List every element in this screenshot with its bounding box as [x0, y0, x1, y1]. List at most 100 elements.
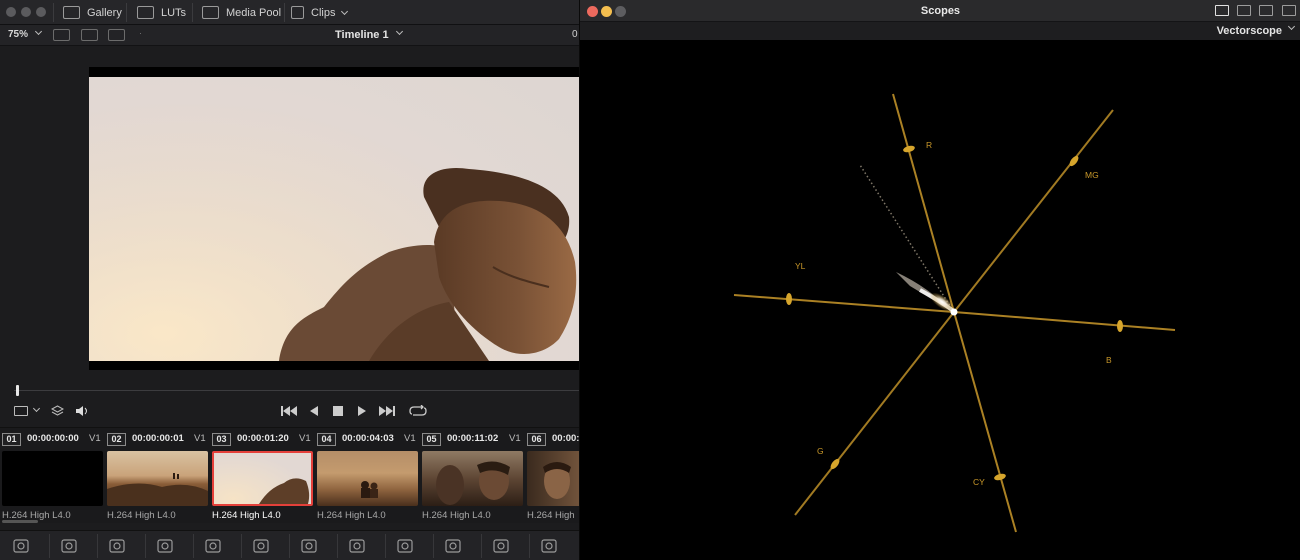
clip-thumbnail[interactable] — [212, 451, 313, 506]
chevron-down-icon[interactable] — [1287, 22, 1296, 31]
gallery-label: Gallery — [87, 6, 122, 19]
clip-item[interactable]: 01 00:00:00:00 V1 H.264 High L4.0 — [0, 430, 105, 522]
jump-to-end-icon[interactable] — [379, 405, 396, 420]
viewer-layout-icon[interactable] — [14, 406, 28, 416]
clip-item[interactable]: 03 00:00:01:20 V1 H.264 High L4.0 — [210, 430, 315, 522]
stack-icon[interactable] — [50, 405, 65, 420]
motion-effects-icon[interactable] — [252, 537, 270, 555]
palette-divider — [481, 534, 482, 558]
clip-number: 05 — [422, 433, 441, 446]
axis-g — [794, 311, 955, 516]
toolbar-divider — [126, 3, 127, 22]
window-close-button[interactable] — [6, 7, 16, 17]
clip-thumbnail[interactable] — [527, 451, 579, 506]
target-yl — [786, 293, 792, 305]
toolbar-divider — [53, 3, 54, 22]
stop-icon[interactable] — [333, 405, 344, 420]
viewer-mode-grid-icon[interactable] — [81, 29, 98, 41]
target-b — [1117, 320, 1123, 332]
video-frame-illustration — [89, 77, 579, 361]
play-reverse-icon[interactable] — [309, 405, 319, 420]
window-icon[interactable] — [444, 537, 462, 555]
rgb-mixer-icon[interactable] — [204, 537, 222, 555]
luts-button[interactable]: LUTs — [137, 0, 186, 25]
zoom-level[interactable]: 75% — [8, 29, 28, 40]
timeline-name[interactable]: Timeline 1 — [335, 29, 389, 41]
scope-type-dropdown[interactable]: Vectorscope — [1217, 25, 1282, 37]
clip-codec: H.264 High L4.0 — [422, 510, 491, 521]
clip-item[interactable]: 04 00:00:04:03 V1 H.264 High L4.0 — [315, 430, 420, 522]
clip-number: 01 — [2, 433, 21, 446]
scope-selector-bar: Vectorscope — [580, 22, 1300, 40]
layout-single-icon[interactable] — [1215, 5, 1229, 16]
media-pool-button[interactable]: Media Pool — [202, 0, 281, 25]
scrubber-track[interactable] — [14, 390, 579, 391]
viewer-image — [89, 77, 579, 361]
loop-icon[interactable] — [409, 404, 427, 420]
palette-divider — [337, 534, 338, 558]
viewer[interactable] — [0, 46, 579, 380]
clip-codec: H.264 High — [527, 510, 575, 521]
clip-item[interactable]: 05 00:00:11:02 V1 H.264 High L4.0 — [420, 430, 525, 522]
scopes-titlebar: Scopes — [580, 0, 1300, 22]
magic-mask-icon[interactable] — [540, 537, 558, 555]
clip-track: V1 — [509, 433, 521, 444]
volume-icon[interactable] — [75, 405, 90, 420]
curves-icon[interactable] — [300, 537, 318, 555]
primaries-icon[interactable] — [108, 537, 126, 555]
tracker-icon[interactable] — [492, 537, 510, 555]
gallery-button[interactable]: Gallery — [63, 0, 122, 25]
scrubber-bar[interactable] — [0, 382, 579, 400]
hdr-icon[interactable] — [156, 537, 174, 555]
clip-item[interactable]: 06 00:00: H.264 High — [525, 430, 579, 522]
window-minimize-button[interactable] — [21, 7, 31, 17]
window-zoom-button[interactable] — [36, 7, 46, 17]
color-match-icon[interactable] — [60, 537, 78, 555]
clip-thumbnails: 01 00:00:00:00 V1 H.264 High L4.0 02 00:… — [0, 427, 579, 523]
layout-dual-icon[interactable] — [1237, 5, 1251, 16]
axis-b — [953, 311, 1176, 331]
play-icon[interactable] — [357, 405, 367, 420]
clip-number: 04 — [317, 433, 336, 446]
scopes-title: Scopes — [920, 5, 961, 17]
luts-icon — [137, 6, 154, 19]
layout-chevron-down-icon[interactable] — [32, 404, 41, 413]
clip-codec: H.264 High L4.0 — [212, 510, 281, 521]
skin-tone-line — [859, 164, 955, 313]
palette-divider — [529, 534, 530, 558]
clip-thumbnail[interactable] — [317, 451, 418, 506]
more-options-icon[interactable]: · — [139, 28, 142, 38]
clip-track: V1 — [299, 433, 311, 444]
media-pool-label: Media Pool — [226, 6, 282, 19]
clip-header: 06 00:00: — [525, 432, 579, 446]
palette-divider — [241, 534, 242, 558]
gallery-icon — [63, 6, 80, 19]
label-r: R — [926, 140, 932, 150]
color-warper-icon[interactable] — [348, 537, 366, 555]
media-pool-icon — [202, 6, 219, 19]
qualifier-icon[interactable] — [396, 537, 414, 555]
clip-item[interactable]: 02 00:00:00:01 V1 H.264 High L4.0 — [105, 430, 210, 522]
clip-scrollbar[interactable] — [2, 520, 38, 523]
clips-button[interactable]: Clips — [291, 0, 349, 25]
layout-quad-icon[interactable] — [1259, 5, 1273, 16]
axis-mg — [953, 109, 1114, 313]
playhead[interactable] — [16, 385, 20, 396]
axis-r — [892, 93, 955, 313]
zoom-chevron-down-icon[interactable] — [34, 27, 43, 36]
clip-track: V1 — [404, 433, 416, 444]
jump-to-start-icon[interactable] — [281, 405, 297, 420]
palette-divider — [97, 534, 98, 558]
layout-grid-icon[interactable] — [1282, 5, 1296, 16]
palette-divider — [49, 534, 50, 558]
clip-thumbnail[interactable] — [2, 451, 103, 506]
vectorscope: R MG B CY G YL — [733, 93, 1176, 533]
clip-thumbnail[interactable] — [107, 451, 208, 506]
clip-thumbnail[interactable] — [422, 451, 523, 506]
viewer-mode-split-icon[interactable] — [108, 29, 125, 41]
clip-number: 06 — [527, 433, 546, 446]
camera-raw-icon[interactable] — [12, 537, 30, 555]
clip-number: 02 — [107, 433, 126, 446]
viewer-mode-single-icon[interactable] — [53, 29, 70, 41]
timeline-chevron-down-icon[interactable] — [395, 27, 404, 36]
